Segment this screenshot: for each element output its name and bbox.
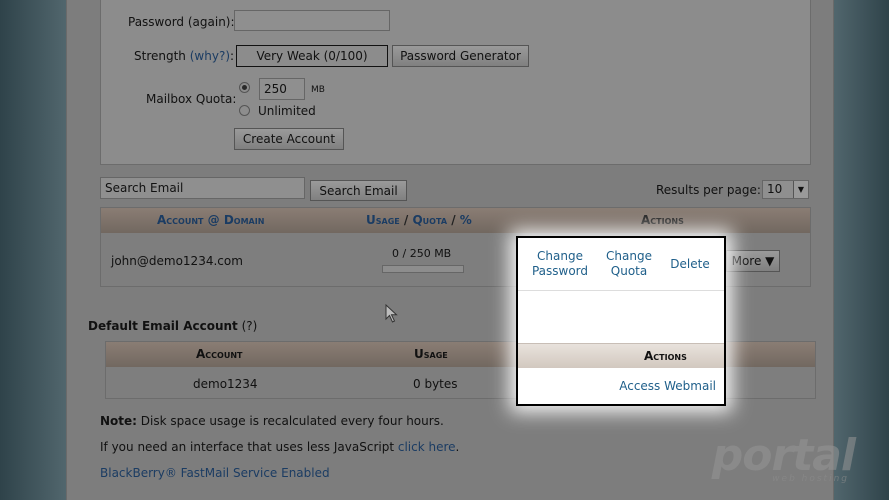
change-password-link[interactable]: Change Password xyxy=(526,249,594,279)
strength-meter: Very Weak (0/100) xyxy=(236,45,388,67)
chevron-down-icon[interactable]: ▼ xyxy=(793,181,808,198)
default-account-name: demo1234 xyxy=(193,377,258,391)
delete-link[interactable]: Delete xyxy=(664,257,716,272)
click-here-link[interactable]: click here xyxy=(398,440,456,454)
change-quota-link[interactable]: Change Quota xyxy=(602,249,656,279)
strength-why-link[interactable]: (why?) xyxy=(190,49,230,63)
col-default-usage: Usage xyxy=(414,347,448,361)
quota-limited-radio[interactable] xyxy=(239,82,250,93)
access-webmail-link[interactable]: Access Webmail xyxy=(619,379,716,394)
default-account-usage: 0 bytes xyxy=(413,377,458,391)
popup-actions-label: Actions xyxy=(644,349,687,363)
search-email-input[interactable]: Search Email xyxy=(100,177,305,199)
actions-popup: Change Password Change Quota Delete Action… xyxy=(516,236,726,406)
account-email: john@demo1234.com xyxy=(111,254,243,268)
quota-unlimited-radio[interactable] xyxy=(239,105,250,116)
blackberry-link[interactable]: BlackBerry® FastMail Service Enabled xyxy=(100,466,330,480)
more-button[interactable]: More ▼ xyxy=(726,250,780,272)
mouse-cursor-icon xyxy=(385,304,398,323)
unlimited-label: Unlimited xyxy=(258,104,316,118)
col-usage-quota: Usage / Quota / % xyxy=(366,213,472,227)
less-javascript-note: If you need an interface that uses less … xyxy=(100,440,460,454)
quota-input[interactable]: 250 xyxy=(259,78,305,100)
sort-quota-link[interactable]: Quota xyxy=(412,213,447,227)
strength-label: Strength (why?): xyxy=(134,49,235,63)
password-again-input[interactable] xyxy=(234,10,390,31)
default-account-title: Default Email Account (?) xyxy=(88,319,258,333)
sort-usage-link[interactable]: Usage xyxy=(366,213,400,227)
watermark-subtitle: web hosting xyxy=(772,474,849,484)
default-account-help[interactable]: (?) xyxy=(242,319,258,333)
left-background xyxy=(0,0,66,500)
popup-divider xyxy=(518,290,724,291)
disk-usage-note: Note: Disk space usage is recalculated e… xyxy=(100,414,444,428)
right-background xyxy=(834,0,889,500)
popup-actions-header xyxy=(518,343,724,368)
password-again-label: Password (again): xyxy=(128,15,235,29)
quota-unit: MB xyxy=(311,85,325,95)
col-actions: Actions xyxy=(641,213,684,227)
password-generator-button[interactable]: Password Generator xyxy=(392,45,529,67)
create-account-button[interactable]: Create Account xyxy=(234,128,344,150)
search-email-button[interactable]: Search Email xyxy=(310,180,407,201)
results-per-page-label: Results per page: xyxy=(656,183,761,197)
col-default-account: Account xyxy=(196,347,243,361)
usage-text: 0 / 250 MB xyxy=(392,247,452,260)
usage-bar xyxy=(382,265,464,273)
mailbox-quota-label: Mailbox Quota: xyxy=(146,92,237,106)
results-per-page-value: 10 xyxy=(767,182,783,196)
sort-percent-link[interactable]: % xyxy=(460,213,472,227)
col-account-domain[interactable]: Account @ Domain xyxy=(157,213,264,227)
results-per-page-select[interactable]: 10 ▼ xyxy=(762,180,809,199)
